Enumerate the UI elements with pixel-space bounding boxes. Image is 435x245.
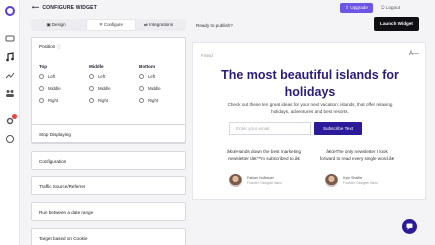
back-label: CONFIGURE WIDGET [42,5,97,11]
radio-label: Left [48,74,56,79]
column-top-label: Top [39,64,48,69]
tab-integrations-label: Integrations [149,22,174,27]
avatar [325,174,338,187]
testimonial-name: Fabian Hofbauer [247,176,274,180]
radio-label: Left [148,74,156,79]
analytics-icon[interactable] [5,70,15,80]
section-title: Configuration [39,159,67,164]
app-logo[interactable] [5,6,15,16]
radio-bottom-left[interactable] [139,74,144,79]
ready-text: Ready to publish? [196,23,233,28]
section-cookie-target[interactable]: Target based on Cookie [31,228,186,245]
testimonial-name: Kyle Shaffer [343,176,363,180]
radio-middle-middle[interactable] [89,86,94,91]
team-icon[interactable] [5,88,15,98]
logout-label: Logout [385,5,400,10]
column-middle-label: Middle [89,64,104,69]
radio-label: Left [98,74,106,79]
radio-middle-right[interactable] [89,98,94,103]
email-input[interactable]: Enter your email [229,122,311,135]
testimonial-quote: â€œHands down the best marketing newslet… [226,149,302,161]
upgrade-button[interactable]: ⇪ Upgrade [340,3,373,13]
section-title: Target based on Cookie [39,236,88,241]
position-title-text: Position [39,44,56,49]
music-icon[interactable] [5,52,15,62]
avatar [229,174,242,187]
section-date-range[interactable]: Run between a date range [31,202,186,221]
radio-top-left[interactable] [39,74,44,79]
tab-design[interactable]: ▣ Design [33,20,79,30]
section-title: Run between a date range [39,210,94,215]
column-bottom-label: Bottom [139,64,156,69]
upgrade-label: Upgrade [350,5,368,10]
radio-bottom-middle[interactable] [139,86,144,91]
support-icon[interactable] [5,134,15,144]
chat-icon[interactable] [5,34,15,44]
tab-configure[interactable]: ✕ Configure [87,20,135,30]
tab-integrations[interactable]: ⇄ Integrations [144,22,173,28]
radio-top-right[interactable] [39,98,44,103]
preview-headline: The most beautiful islands for holidays [221,68,399,99]
radio-top-middle[interactable] [39,86,44,91]
testimonial-quote: â€œThe only newsletter I look forward to… [319,149,395,161]
arrow-left-icon: ⟵ [32,5,40,11]
radio-bottom-right[interactable] [139,98,144,103]
section-title: Stop Displaying [39,132,71,137]
back-link[interactable]: ⟵ CONFIGURE WIDGET [32,5,97,11]
radio-middle-left[interactable] [89,74,94,79]
widget-preview: Finisd A— The most beautiful islands for… [192,42,426,200]
preview-close[interactable]: A— [409,51,419,57]
notification-badge [12,114,17,119]
radio-label: Middle [148,86,161,91]
radio-label: Right [148,98,159,103]
radio-label: Middle [48,86,61,91]
section-traffic-source[interactable]: Traffic Source/Referrer [31,176,186,195]
section-configuration[interactable]: Configuration [31,151,186,170]
logout-button[interactable]: ⎋ Logout [381,5,400,10]
chat-launcher-button[interactable] [402,219,417,234]
chat-bubble-icon [406,223,413,230]
radio-label: Right [98,98,109,103]
position-title: Position ⓘ [39,44,61,50]
info-icon: ⓘ [56,44,62,49]
preview-logo: Finisd [201,53,213,58]
tab-design-label: Design [51,22,66,27]
section-stop-displaying[interactable]: Stop Displaying [31,124,186,143]
launch-widget-button[interactable]: Launch Widget [374,17,419,31]
radio-label: Middle [98,86,111,91]
sidebar [0,0,20,245]
preview-subtext: Check out these ten great ideas for your… [227,102,393,114]
testimonial-role: Founder, Designer Nano [247,181,282,185]
section-title: Traffic Source/Referrer [39,184,86,189]
tab-configure-label: Configure [103,22,123,27]
testimonial-role: Founder, Designer Nano [343,181,378,185]
subscribe-button[interactable]: Subscribe Text [314,122,362,135]
radio-label: Right [48,98,59,103]
